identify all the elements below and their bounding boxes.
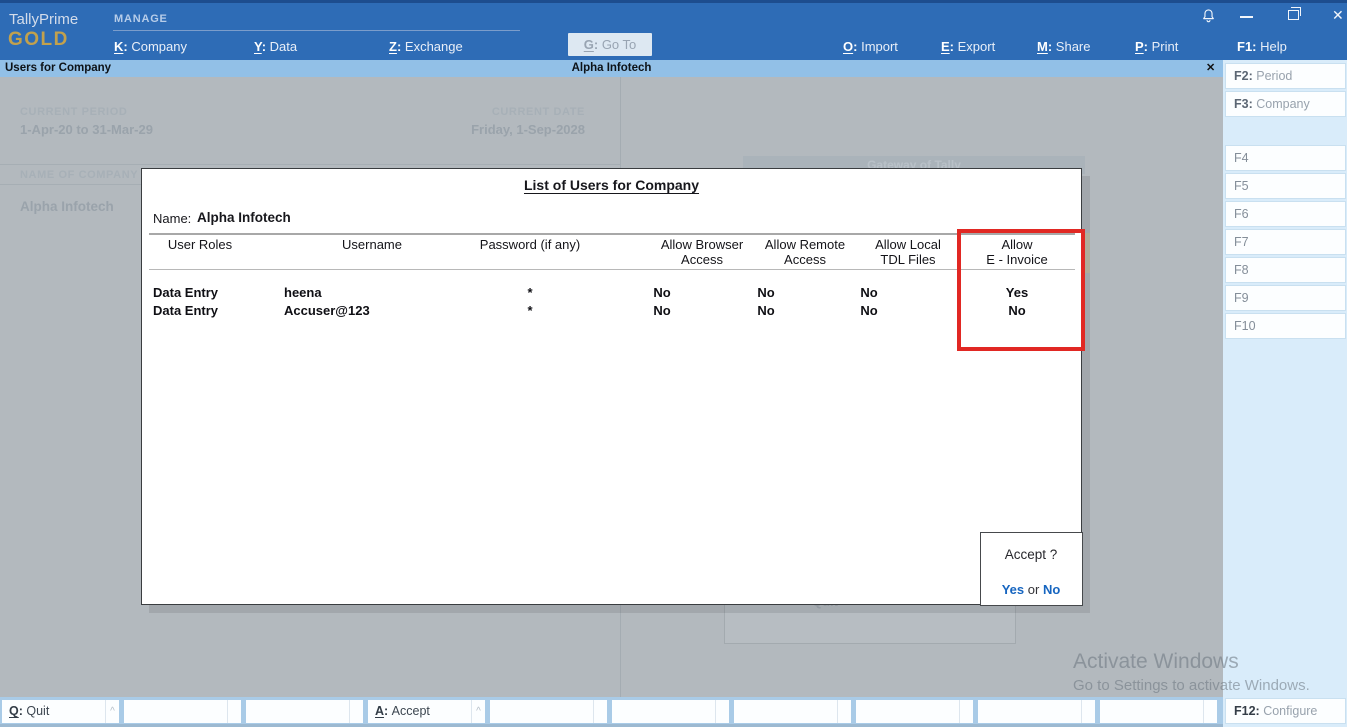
table-cell-e-invoice: Yes [967, 284, 1067, 301]
empty-action-slot [1100, 700, 1217, 723]
accept-yes-button[interactable]: Yes [1002, 582, 1024, 597]
current-date-label: CURRENT DATE [400, 106, 585, 118]
empty-action-slot [612, 700, 729, 723]
empty-action-slot [856, 700, 973, 723]
current-period-value: 1-Apr-20 to 31-Mar-29 [20, 122, 153, 137]
menu-share-label: Share [1056, 39, 1091, 54]
menu-go-to-label: Go To [602, 37, 636, 52]
menu-share[interactable]: M: Share [1037, 36, 1091, 58]
divider [0, 164, 620, 165]
notification-bell-icon[interactable] [1200, 7, 1217, 25]
bottom-action-bar: Q: Quit ^ A: Accept ^ [0, 697, 1223, 727]
name-of-company-label: NAME OF COMPANY [20, 169, 138, 181]
menu-export[interactable]: E: Export [941, 36, 995, 58]
table-cell-e-invoice: No [967, 302, 1067, 319]
sidebar-button-f9[interactable]: F9 [1225, 285, 1346, 311]
menu-data[interactable]: Y: Data [254, 36, 297, 58]
active-company-name: Alpha Infotech [0, 62, 1223, 74]
sidebar-button-f6[interactable]: F6 [1225, 201, 1346, 227]
brand-tallyprime: TallyPrime [9, 11, 78, 28]
dialog-title: List of Users for Company [142, 177, 1081, 193]
menu-exchange[interactable]: Z: Exchange [389, 36, 463, 58]
sidebar-button-f3-company[interactable]: F3: Company [1225, 91, 1346, 117]
empty-action-slot [734, 700, 851, 723]
table-cell-browser-access: No [612, 302, 712, 319]
restore-window-icon[interactable] [1288, 10, 1299, 20]
menu-export-label: Export [958, 39, 996, 54]
sidebar-button-f10[interactable]: F10 [1225, 313, 1346, 339]
table-cell-user-role: Data Entry [153, 284, 273, 301]
menu-go-to[interactable]: G: Go To [568, 33, 652, 56]
col-header-user-roles: User Roles [150, 237, 250, 252]
tallyprime-window: TallyPrime GOLD MANAGE K: Company Y: Dat… [0, 0, 1347, 727]
screen-close-icon[interactable]: ✕ [1206, 61, 1215, 74]
sidebar-button-f8[interactable]: F8 [1225, 257, 1346, 283]
manage-underline [113, 30, 520, 31]
company-name-value: Alpha Infotech [20, 199, 114, 214]
function-key-sidebar: F2: Period F3: Company F4 F5 F6 F7 F8 F9… [1223, 60, 1347, 727]
table-cell-user-role: Data Entry [153, 302, 273, 319]
current-period-label: CURRENT PERIOD [20, 106, 127, 118]
menu-exchange-label: Exchange [405, 39, 463, 54]
menu-company[interactable]: K: Company [114, 36, 187, 58]
menu-print[interactable]: P: Print [1135, 36, 1178, 58]
header-bottom-rule [149, 269, 1075, 270]
table-cell-username: Accuser@123 [284, 302, 444, 319]
list-of-users-dialog: List of Users for Company Name: Alpha In… [141, 168, 1082, 605]
brand-gold: GOLD [8, 29, 69, 51]
empty-action-slot [124, 700, 241, 723]
sidebar-button-f2-period[interactable]: F2: Period [1225, 63, 1346, 89]
menu-import-label: Import [861, 39, 898, 54]
accept-prompt-title: Accept ? [981, 547, 1082, 562]
caret-up-icon[interactable]: ^ [106, 700, 119, 723]
name-value: Alpha Infotech [197, 210, 291, 225]
accept-prompt-options: Yes or No [981, 582, 1082, 597]
gateway-highlight-sliver [1084, 233, 1090, 273]
sidebar-button-f7[interactable]: F7 [1225, 229, 1346, 255]
col-header-password: Password (if any) [455, 237, 605, 252]
col-header-username: Username [322, 237, 422, 252]
sidebar-button-f4[interactable]: F4 [1225, 145, 1346, 171]
menu-print-label: Print [1152, 39, 1179, 54]
empty-action-slot [978, 700, 1095, 723]
screen-title-bar: Users for Company Alpha Infotech ✕ [0, 60, 1223, 77]
accept-no-button[interactable]: No [1043, 582, 1060, 597]
close-window-icon[interactable]: ✕ [1332, 7, 1344, 24]
sidebar-button-f12-configure[interactable]: F12: Configure [1225, 698, 1346, 724]
table-cell-password: * [480, 284, 580, 301]
caret-up-icon[interactable]: ^ [472, 700, 485, 723]
header-top-rule [149, 233, 1075, 235]
col-header-allow-e-invoice: AllowE - Invoice [952, 237, 1082, 267]
table-cell-remote-access: No [716, 284, 816, 301]
menu-help[interactable]: F1: Help [1237, 36, 1287, 58]
current-date-value: Friday, 1-Sep-2028 [400, 122, 585, 137]
empty-action-slot [246, 700, 363, 723]
accept-prompt: Accept ? Yes or No [980, 532, 1083, 606]
menu-data-label: Data [270, 39, 297, 54]
sidebar-button-f5[interactable]: F5 [1225, 173, 1346, 199]
menu-company-label: Company [131, 39, 187, 54]
accept-or-label: or [1028, 582, 1040, 597]
table-cell-username: heena [284, 284, 444, 301]
table-cell-browser-access: No [612, 284, 712, 301]
menu-import[interactable]: O: Import [843, 36, 898, 58]
top-menu-bar: TallyPrime GOLD MANAGE K: Company Y: Dat… [0, 0, 1347, 60]
table-cell-local-tdl: No [819, 284, 919, 301]
name-label: Name: [153, 211, 191, 226]
menu-help-label: Help [1260, 39, 1287, 54]
table-cell-remote-access: No [716, 302, 816, 319]
accept-button[interactable]: A: Accept ^ [368, 700, 485, 723]
table-cell-password: * [480, 302, 580, 319]
empty-action-slot [490, 700, 607, 723]
minimize-icon[interactable] [1240, 16, 1253, 18]
table-cell-local-tdl: No [819, 302, 919, 319]
manage-section-label: MANAGE [114, 13, 168, 25]
quit-button[interactable]: Q: Quit ^ [2, 700, 119, 723]
